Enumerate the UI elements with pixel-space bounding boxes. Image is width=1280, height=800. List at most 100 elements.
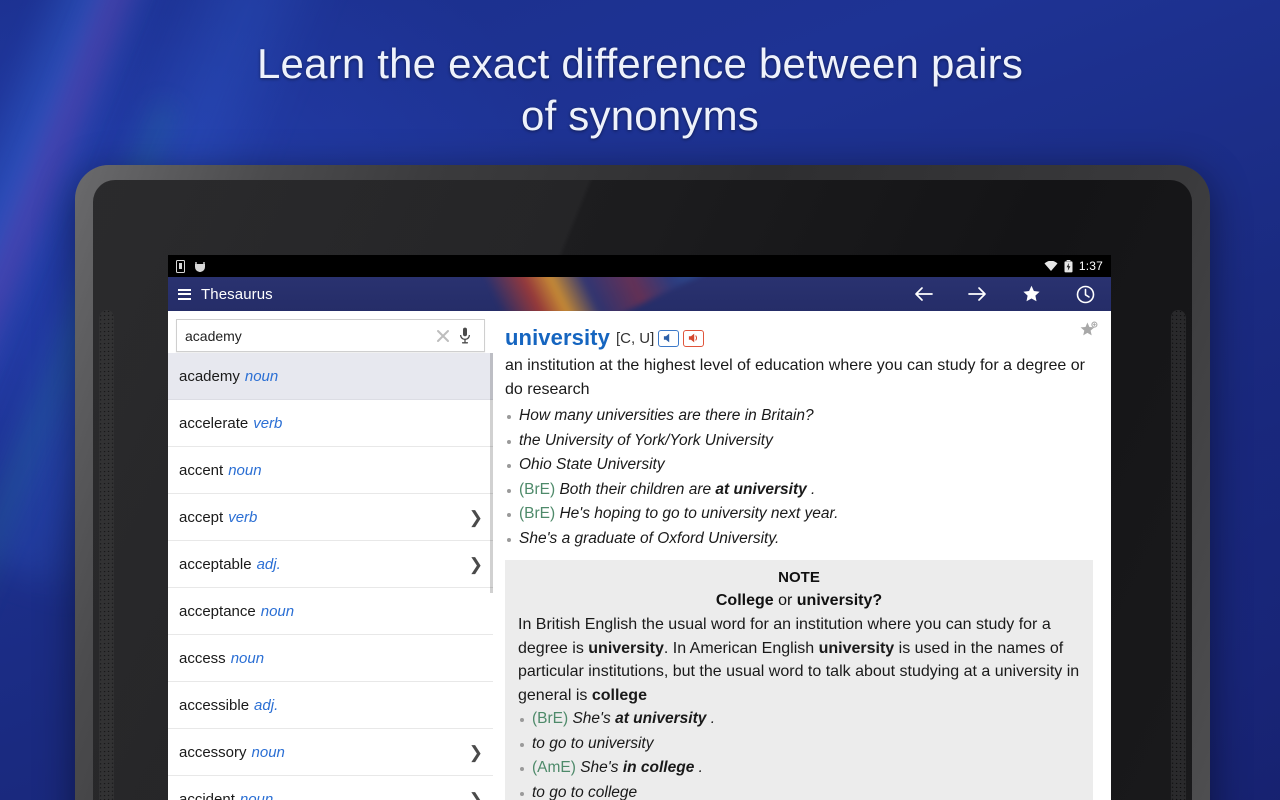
note-subtitle-mid: or	[773, 592, 797, 609]
promo-headline-line1: Learn the exact difference between pairs	[256, 40, 1024, 87]
wifi-icon	[1044, 260, 1058, 272]
word-list-item[interactable]: acceptable adj. ❯	[168, 541, 493, 588]
part-of-speech-label: noun	[239, 790, 274, 800]
region-label: (BrE)	[519, 505, 560, 522]
chevron-right-icon[interactable]: ❯	[469, 744, 483, 761]
search-box[interactable]	[176, 319, 485, 352]
speaker-grille-left	[99, 309, 114, 800]
word-list-item[interactable]: accident noun ❯	[168, 776, 493, 800]
history-button[interactable]	[1075, 284, 1095, 304]
speaker-grille-right	[1171, 309, 1186, 800]
promo-headline: Learn the exact difference between pairs…	[0, 38, 1280, 142]
audio-british-button[interactable]	[658, 329, 680, 347]
chevron-right-icon[interactable]: ❯	[469, 791, 483, 800]
example-text: the University of York/York University	[519, 431, 773, 449]
region-label: (BrE)	[532, 710, 573, 727]
example-text: to go to university	[532, 734, 654, 752]
note-body-part2: . In American English	[663, 639, 819, 657]
battery-charging-icon	[1064, 259, 1073, 273]
example-sentence: How many universities are there in Brita…	[505, 404, 1093, 429]
microphone-icon[interactable]	[454, 325, 476, 347]
example-sentence: (BrE) Both their children are at univers…	[505, 478, 1093, 503]
note-title: NOTE	[778, 569, 820, 586]
word-list-item[interactable]: academy noun	[168, 353, 493, 400]
status-clock: 1:37	[1078, 259, 1103, 273]
example-sentence: to go to university	[518, 732, 1080, 757]
word-label: acceptance	[179, 602, 256, 620]
word-list-item[interactable]: access noun	[168, 635, 493, 682]
sd-card-icon	[176, 259, 185, 273]
app-toolbar: Thesaurus	[168, 277, 1111, 311]
part-of-speech-label: noun	[251, 743, 285, 761]
word-list-item[interactable]: accessible adj.	[168, 682, 493, 729]
note-subtitle: College or university?	[518, 589, 1080, 613]
example-sentence: Ohio State University	[505, 453, 1093, 478]
example-collocation: at university	[615, 710, 707, 727]
entry-pane: university [C, U] an institution at the …	[493, 311, 1111, 800]
example-text: Ohio State University	[519, 456, 665, 473]
word-list-item[interactable]: accent noun	[168, 447, 493, 494]
word-list-pane: academynounaccelerateverbaccentnounaccep…	[168, 311, 493, 800]
region-label: (BrE)	[519, 480, 560, 498]
word-list-item[interactable]: accept verb ❯	[168, 494, 493, 541]
example-tail: .	[694, 759, 703, 776]
note-body: In British English the usual word for an…	[518, 613, 1080, 707]
chevron-right-icon[interactable]: ❯	[469, 556, 483, 573]
part-of-speech-label: noun	[260, 602, 295, 620]
part-of-speech-label: adj.	[256, 555, 281, 573]
part-of-speech-label: verb	[228, 508, 258, 526]
headword: university	[505, 325, 610, 350]
entry-definition: an institution at the highest level of e…	[505, 357, 1085, 398]
search-input[interactable]	[185, 327, 432, 344]
word-label: accept	[179, 508, 224, 526]
example-text: She's a graduate of Oxford University.	[519, 529, 780, 547]
word-list-item[interactable]: accessory noun ❯	[168, 729, 493, 776]
example-text: How many universities are there in Brita…	[519, 407, 814, 424]
example-tail: .	[706, 710, 716, 727]
word-list[interactable]: academy noun accelerate verb accent noun accep…	[168, 353, 493, 800]
example-sentence: to go to college	[518, 781, 1080, 800]
region-label: (AmE)	[532, 759, 581, 776]
part-of-speech-label: adj.	[254, 696, 279, 714]
word-list-item[interactable]: acceptance noun	[168, 588, 493, 635]
close-x-icon[interactable]	[432, 325, 454, 347]
part-of-speech-label: verb	[253, 414, 283, 432]
word-label: accident	[179, 790, 235, 800]
word-label: accessory	[179, 743, 247, 761]
promo-headline-line2: of synonyms	[521, 92, 759, 139]
example-text: She's	[580, 759, 623, 776]
app-content: academynounaccelerateverbaccentnounaccep…	[168, 311, 1111, 800]
example-sentence: the University of York/York University	[505, 429, 1093, 454]
word-list-item[interactable]: accelerate verb	[168, 400, 493, 447]
back-button[interactable]	[913, 284, 933, 304]
note-box: NOTE College or university? In British E…	[505, 560, 1093, 800]
example-text: He's hoping to go to university next yea…	[559, 505, 839, 522]
note-body-bold2: university	[818, 639, 895, 657]
note-examples: (BrE) She's at university . to go to univ…	[518, 707, 1080, 800]
example-sentence: (BrE) She's at university .	[518, 707, 1080, 732]
word-label: accent	[179, 461, 224, 479]
forward-button[interactable]	[967, 284, 987, 304]
note-subtitle-post: university?	[796, 592, 883, 609]
word-label: accelerate	[179, 414, 249, 432]
audio-american-button[interactable]	[683, 329, 705, 347]
search-area	[168, 311, 493, 352]
favorites-button[interactable]	[1021, 284, 1041, 304]
word-label: access	[179, 649, 226, 667]
add-to-favorites-star-icon[interactable]	[1079, 321, 1099, 344]
example-sentence: (BrE) He's hoping to go to university ne…	[505, 502, 1093, 527]
example-text: She's	[572, 710, 616, 727]
usb-debug-icon	[194, 260, 206, 273]
note-subtitle-pre: College	[715, 592, 774, 609]
example-sentence: She's a graduate of Oxford University.	[505, 527, 1093, 552]
part-of-speech-label: noun	[228, 461, 262, 479]
word-label: acceptable	[179, 555, 252, 573]
example-text: to go to college	[532, 783, 638, 800]
android-status-bar: 1:37	[168, 255, 1111, 277]
note-body-bold1: university	[588, 639, 664, 657]
hamburger-menu-icon[interactable]	[178, 288, 191, 300]
note-body-bold3: college	[591, 686, 647, 704]
app-screen: 1:37 Thesaurus academy academy noun acce…	[168, 255, 1111, 800]
chevron-right-icon[interactable]: ❯	[469, 509, 483, 526]
entry-examples: How many universities are there in Brita…	[505, 404, 1093, 551]
